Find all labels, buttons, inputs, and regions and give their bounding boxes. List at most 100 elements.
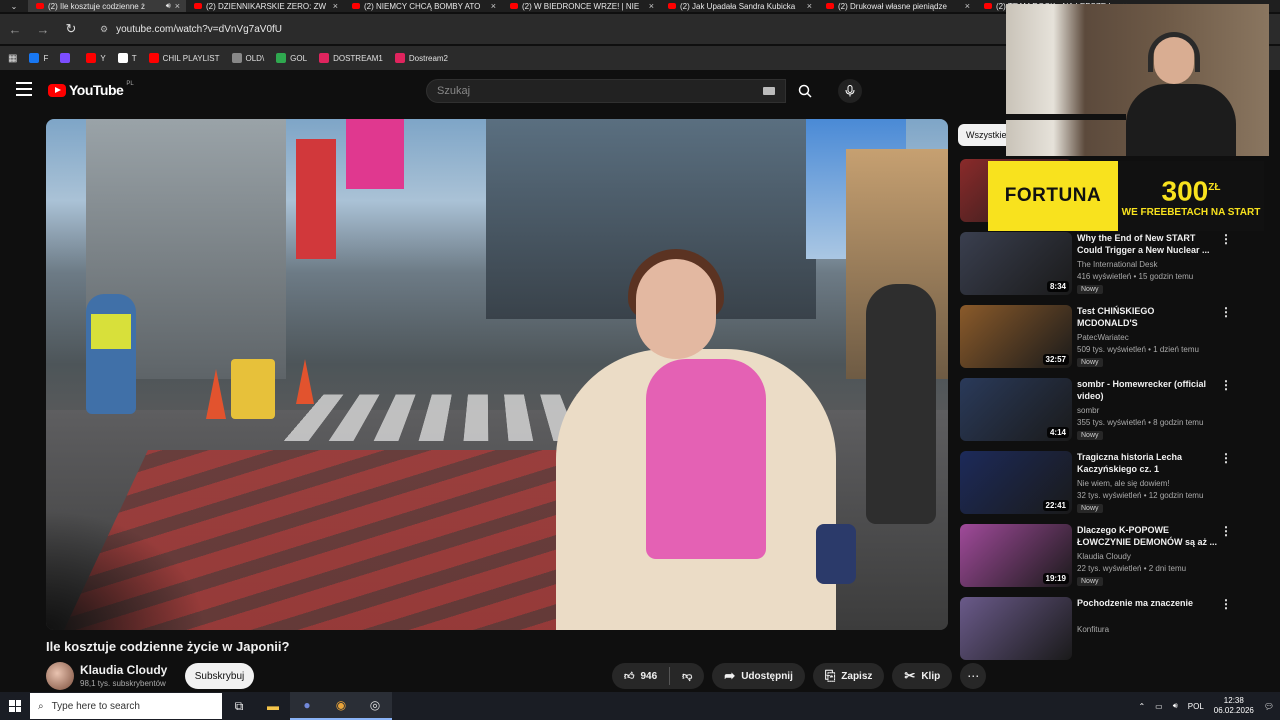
duration-badge: 32:57 — [1043, 354, 1069, 365]
start-button[interactable] — [0, 692, 30, 720]
site-info-icon[interactable]: ⚙ — [100, 24, 108, 35]
dislike-button[interactable]: 👎︎ — [670, 663, 704, 689]
close-tab-icon[interactable]: × — [807, 1, 812, 11]
bookmark-label: GOL — [290, 54, 307, 63]
browser-tab[interactable]: (2) Drukował własne pieniądze × — [818, 0, 976, 12]
browser-tab[interactable]: (2) Ile kosztuje codzienne ż 🔊︎ × — [28, 0, 186, 12]
bookmark-item[interactable]: CHIL PLAYLIST — [149, 53, 220, 63]
recommendation-item[interactable]: 22:41 Tragiczna historia Lecha Kaczyńskie… — [960, 451, 1260, 517]
audio-icon[interactable]: 🔊︎ — [166, 1, 171, 11]
recommendation-title[interactable]: Test CHIŃSKIEGO MCDONALD'S — [1077, 305, 1217, 329]
search-icon — [798, 84, 812, 98]
volume-icon[interactable]: 🔊︎ — [1173, 701, 1178, 711]
close-tab-icon[interactable]: × — [491, 1, 496, 11]
chrome-icon[interactable]: ◉ — [324, 692, 358, 720]
presenter-face — [636, 259, 716, 359]
save-button[interactable]: ⎘ Zapisz — [813, 663, 885, 689]
browser-tab[interactable]: (2) W BIEDRONCE WRZE! | NIE × — [502, 0, 660, 12]
recommendation-meta: 416 wyświetleń • 15 godzin temu — [1077, 272, 1193, 281]
more-options-icon[interactable]: ⋮ — [1220, 524, 1232, 538]
bookmark-item[interactable]: OLD\ — [232, 53, 265, 63]
taskbar-search-placeholder: Type here to search — [52, 701, 140, 712]
recommendation-title[interactable]: sombr - Homewrecker (official video) — [1077, 378, 1217, 402]
more-options-icon[interactable]: ⋮ — [1220, 597, 1232, 611]
bookmark-item[interactable]: Dostream2 — [395, 53, 448, 63]
thumbs-down-icon: 👎︎ — [682, 670, 692, 682]
reload-button[interactable]: ↻ — [62, 20, 80, 38]
recommendation-title[interactable]: Dlaczego K-POPOWE ŁOWCZYNIE DEMONÓW są a… — [1077, 524, 1217, 548]
recommendation-item[interactable]: 8:34 Why the End of New START Could Trigg… — [960, 232, 1260, 298]
like-button[interactable]: 👍︎ 946 — [612, 663, 669, 689]
browser-tab[interactable]: (2) Jak Upadała Sandra Kubicka × — [660, 0, 818, 12]
bookmark-item[interactable]: T — [118, 53, 137, 63]
keyboard-icon[interactable] — [763, 87, 775, 95]
share-button[interactable]: ➦ Udostępnij — [712, 663, 805, 689]
recommendation-channel: The International Desk — [1077, 260, 1158, 269]
tray-expand-icon[interactable]: ⌃ — [1138, 702, 1145, 711]
language-indicator[interactable]: POL — [1188, 702, 1204, 711]
more-options-icon[interactable]: ⋮ — [1220, 305, 1232, 319]
more-options-icon[interactable]: ⋮ — [1220, 451, 1232, 465]
youtube-favicon-icon — [984, 3, 992, 9]
url-field[interactable]: ⚙ youtube.com/watch?v=dVnVg7aV0fU — [90, 18, 292, 40]
youtube-logo[interactable]: YouTube PL — [48, 82, 134, 98]
video-thumbnail[interactable]: 8:34 — [960, 232, 1072, 295]
obs-icon[interactable]: ◎ — [358, 692, 392, 720]
video-thumbnail[interactable]: 4:14 — [960, 378, 1072, 441]
scene-guard-vest — [91, 314, 131, 349]
tab-title: (2) Ile kosztuje codzienne ż — [48, 2, 162, 11]
bookmark-item[interactable]: DOSTREAM1 — [319, 53, 383, 63]
video-thumbnail[interactable]: 22:41 — [960, 451, 1072, 514]
search-input[interactable]: Szukaj — [426, 79, 786, 103]
more-options-icon[interactable]: ⋮ — [1220, 232, 1232, 246]
like-count: 946 — [640, 671, 657, 682]
recommendation-item[interactable]: Pochodzenie ma znaczenie Konfitura ⋮ — [960, 597, 1260, 663]
clock[interactable]: 12:38 06.02.2026 — [1214, 696, 1254, 716]
apps-grid-icon[interactable]: ▦ — [8, 53, 17, 64]
recommendation-channel: Nie wiem, ale się dowiem! — [1077, 479, 1169, 488]
bookmark-item[interactable]: F — [29, 53, 48, 63]
scene-sign-pink — [346, 119, 404, 189]
recommendation-channel: PatecWariatec — [1077, 333, 1129, 342]
task-view-icon[interactable]: ⧉ — [222, 692, 256, 720]
search-placeholder: Szukaj — [437, 85, 470, 97]
channel-name[interactable]: Klaudia Cloudy — [80, 663, 167, 677]
close-tab-icon[interactable]: × — [333, 1, 338, 11]
scene-barrier — [231, 359, 275, 419]
video-thumbnail[interactable] — [960, 597, 1072, 660]
menu-icon[interactable] — [16, 82, 32, 96]
network-icon[interactable]: ▭ — [1155, 702, 1163, 711]
close-tab-icon[interactable]: × — [649, 1, 654, 11]
video-thumbnail[interactable]: 32:57 — [960, 305, 1072, 368]
close-tab-icon[interactable]: × — [175, 1, 180, 11]
duration-badge: 19:19 — [1043, 573, 1069, 584]
close-tab-icon[interactable]: × — [965, 1, 970, 11]
bookmark-item[interactable] — [60, 53, 74, 63]
recommendation-title[interactable]: Why the End of New START Could Trigger a… — [1077, 232, 1217, 256]
clip-button[interactable]: ✂ Klip — [892, 663, 952, 689]
recommendation-item[interactable]: 32:57 Test CHIŃSKIEGO MCDONALD'S PatecWari… — [960, 305, 1260, 371]
recommendation-item[interactable]: 19:19 Dlaczego K-POPOWE ŁOWCZYNIE DEMONÓW… — [960, 524, 1260, 590]
bookmark-item[interactable]: GOL — [276, 53, 307, 63]
file-explorer-icon[interactable]: ▬ — [256, 692, 290, 720]
recommendation-title[interactable]: Pochodzenie ma znaczenie — [1077, 597, 1217, 609]
channel-avatar[interactable] — [46, 662, 74, 690]
video-player[interactable] — [46, 119, 948, 630]
taskbar-search[interactable]: ⌕ Type here to search — [30, 693, 222, 719]
recommendation-title[interactable]: Tragiczna historia Lecha Kaczyńskiego cz… — [1077, 451, 1217, 475]
browser-tab[interactable]: (2) DZIENNIKARSKIE ZERO: ZW × — [186, 0, 344, 12]
tab-search-button[interactable]: ⌄ — [0, 0, 28, 12]
video-thumbnail[interactable]: 19:19 — [960, 524, 1072, 587]
notifications-icon[interactable]: 💬︎ — [1264, 702, 1274, 711]
forward-button[interactable]: → — [34, 20, 52, 38]
more-options-icon[interactable]: ⋮ — [1220, 378, 1232, 392]
back-button[interactable]: ← — [6, 20, 24, 38]
bookmark-item[interactable]: Y — [86, 53, 105, 63]
search-button[interactable] — [788, 79, 822, 103]
tab-title: (2) Drukował własne pieniądze — [838, 2, 961, 11]
subscribe-button[interactable]: Subskrybuj — [185, 663, 254, 689]
discord-icon[interactable]: ● — [290, 692, 324, 720]
browser-tab[interactable]: (2) NIEMCY CHCĄ BOMBY ATO × — [344, 0, 502, 12]
recommendation-item[interactable]: 4:14 sombr - Homewrecker (official video)… — [960, 378, 1260, 444]
voice-search-button[interactable] — [838, 79, 862, 103]
